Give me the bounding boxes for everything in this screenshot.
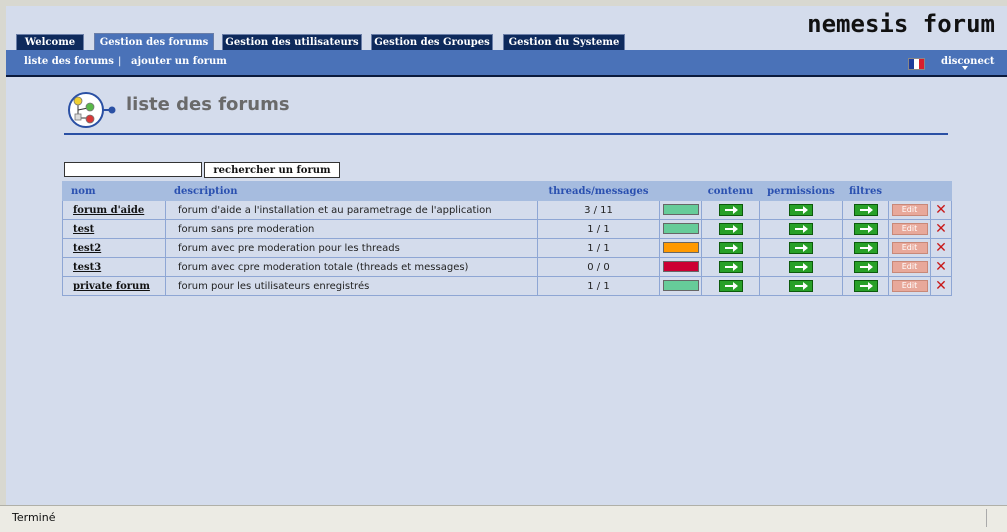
table-row: test3 forum avec cpre moderation totale … xyxy=(62,257,952,277)
delete-icon[interactable]: ✕ xyxy=(935,202,947,218)
filtres-arrow-icon[interactable] xyxy=(853,223,878,235)
table-row: private forum forum pour les utilisateur… xyxy=(62,276,952,296)
threads-messages-count: 1 / 1 xyxy=(537,238,660,258)
sub-navigation: liste des forums | ajouter un forum disc… xyxy=(6,50,1007,77)
edit-button[interactable]: Edit xyxy=(891,242,928,254)
browser-status-bar: Terminé xyxy=(0,505,1007,532)
french-flag-icon[interactable] xyxy=(908,58,925,70)
forum-tree-icon xyxy=(68,92,116,128)
table-row: test forum sans pre moderation 1 / 1 Edi… xyxy=(62,219,952,239)
header-delete xyxy=(930,181,952,201)
contenu-arrow-icon[interactable] xyxy=(718,204,743,216)
forum-name-link[interactable]: forum d'aide xyxy=(63,205,144,216)
forum-name-link[interactable]: test xyxy=(63,224,94,235)
header-permissions: permissions xyxy=(759,181,843,201)
tab-gestion-groupes[interactable]: Gestion des Groupes xyxy=(371,34,493,50)
header-edit xyxy=(888,181,931,201)
filtres-arrow-icon[interactable] xyxy=(853,280,878,292)
forum-name-link[interactable]: test2 xyxy=(63,243,101,254)
moderation-status-bar xyxy=(662,204,699,216)
moderation-status-bar xyxy=(662,223,699,235)
threads-messages-count: 1 / 1 xyxy=(537,219,660,239)
contenu-arrow-icon[interactable] xyxy=(718,280,743,292)
delete-icon[interactable]: ✕ xyxy=(935,259,947,275)
contenu-arrow-icon[interactable] xyxy=(718,242,743,254)
delete-icon[interactable]: ✕ xyxy=(935,278,947,294)
filtres-arrow-icon[interactable] xyxy=(853,242,878,254)
subnav-liste-forums[interactable]: liste des forums xyxy=(24,56,114,67)
forum-description: forum avec cpre moderation totale (threa… xyxy=(165,257,538,277)
forum-description: forum avec pre moderation pour les threa… xyxy=(165,238,538,258)
header-threads-messages: threads/messages xyxy=(537,181,660,201)
filtres-arrow-icon[interactable] xyxy=(853,204,878,216)
moderation-status-bar xyxy=(662,242,699,254)
app-logo: nemesis forum xyxy=(807,10,995,38)
table-row: test2 forum avec pre moderation pour les… xyxy=(62,238,952,258)
delete-icon[interactable]: ✕ xyxy=(935,240,947,256)
chevron-down-icon[interactable] xyxy=(962,66,968,70)
header-contenu: contenu xyxy=(701,181,760,201)
forum-name-link[interactable]: private forum xyxy=(63,281,150,292)
header-description: description xyxy=(165,181,538,201)
table-row: forum d'aide forum d'aide a l'installati… xyxy=(62,200,952,220)
title-divider xyxy=(64,133,948,135)
permissions-arrow-icon[interactable] xyxy=(789,261,813,273)
tab-gestion-utilisateurs[interactable]: Gestion des utilisateurs xyxy=(222,34,362,50)
threads-messages-count: 1 / 1 xyxy=(537,276,660,296)
page-title: liste des forums xyxy=(126,94,290,115)
contenu-arrow-icon[interactable] xyxy=(718,261,743,273)
filtres-arrow-icon[interactable] xyxy=(853,261,878,273)
edit-button[interactable]: Edit xyxy=(891,261,928,273)
contenu-arrow-icon[interactable] xyxy=(718,223,743,235)
header-nom: nom xyxy=(62,181,166,201)
status-divider xyxy=(986,509,987,527)
forum-description: forum d'aide a l'installation et au para… xyxy=(165,200,538,220)
delete-icon[interactable]: ✕ xyxy=(935,221,947,237)
page-viewport: Welcome Gestion des forums Gestion des u… xyxy=(6,6,1007,504)
permissions-arrow-icon[interactable] xyxy=(789,242,813,254)
tab-gestion-systeme[interactable]: Gestion du Systeme xyxy=(503,34,625,50)
status-text: Terminé xyxy=(12,511,56,524)
header-filtres: filtres xyxy=(842,181,889,201)
edit-button[interactable]: Edit xyxy=(891,223,928,235)
moderation-status-bar xyxy=(662,280,699,292)
subnav-separator: | xyxy=(118,56,122,67)
search-input[interactable] xyxy=(64,162,202,177)
moderation-status-bar xyxy=(662,261,699,273)
tab-welcome[interactable]: Welcome xyxy=(16,34,84,50)
header-status xyxy=(659,181,702,201)
forums-table: nom description threads/messages contenu… xyxy=(62,181,952,296)
threads-messages-count: 3 / 11 xyxy=(537,200,660,220)
threads-messages-count: 0 / 0 xyxy=(537,257,660,277)
forum-description: forum pour les utilisateurs enregistrés xyxy=(165,276,538,296)
permissions-arrow-icon[interactable] xyxy=(789,223,813,235)
forum-name-link[interactable]: test3 xyxy=(63,262,101,273)
tab-gestion-forums[interactable]: Gestion des forums xyxy=(94,33,214,51)
forum-description: forum sans pre moderation xyxy=(165,219,538,239)
edit-button[interactable]: Edit xyxy=(891,280,928,292)
permissions-arrow-icon[interactable] xyxy=(789,204,813,216)
search-forum-button[interactable]: rechercher un forum xyxy=(204,162,340,178)
permissions-arrow-icon[interactable] xyxy=(789,280,813,292)
table-header: nom description threads/messages contenu… xyxy=(62,181,952,201)
subnav-ajouter-forum[interactable]: ajouter un forum xyxy=(131,56,227,67)
edit-button[interactable]: Edit xyxy=(891,204,928,216)
